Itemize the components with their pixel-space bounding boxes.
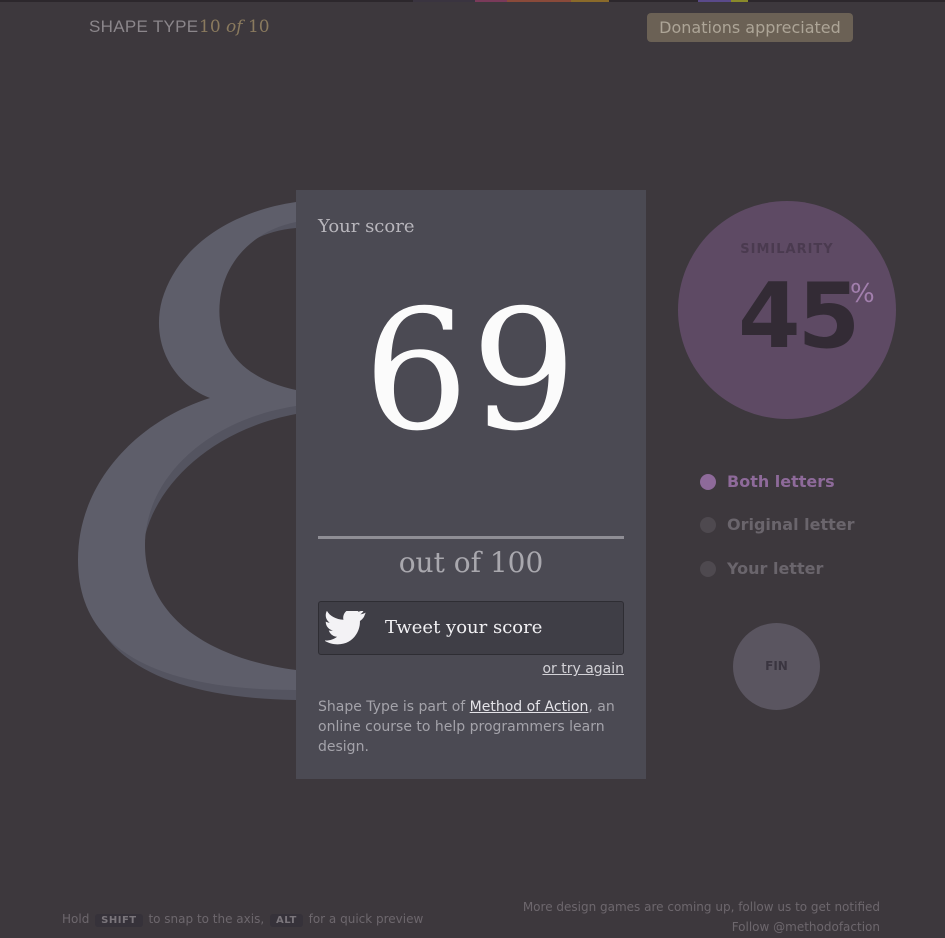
follow-link[interactable]: Follow @methodofaction [523, 917, 880, 937]
similarity-unit: % [850, 279, 875, 309]
similarity-meter: SIMILARITY 45 % [678, 201, 896, 419]
score-panel: Your score 69 out of 100 Tweet your scor… [296, 190, 646, 779]
score-divider [318, 536, 624, 539]
score-out-of: out of 100 [398, 546, 544, 579]
finish-button[interactable]: FIN [733, 623, 820, 710]
blurb-prefix: Shape Type is part of [318, 699, 470, 715]
footer-notice-text: More design games are coming up, follow … [522, 900, 880, 914]
ampersand-face [78, 202, 296, 690]
score-value: 69 [363, 275, 579, 468]
view-option-label: Both letters [727, 472, 835, 491]
shift-key-badge: SHIFT [95, 914, 143, 927]
keyboard-hint: Hold SHIFT to snap to the axis, ALT for … [62, 912, 423, 927]
footer-notice: More design games are coming up, follow … [523, 897, 880, 937]
radio-icon [700, 517, 716, 533]
twitter-bird-icon [325, 611, 366, 645]
score-heading: Your score [318, 216, 415, 237]
tweet-score-button[interactable]: Tweet your score [318, 601, 624, 655]
view-option-label: Original letter [727, 515, 855, 534]
hint-hold: Hold [62, 912, 90, 926]
radio-icon [700, 561, 716, 577]
method-of-action-link[interactable]: Method of Action [470, 699, 589, 715]
similarity-value: 45 [738, 264, 860, 369]
radio-selected-icon [700, 474, 716, 490]
hint-mid: to snap to the axis, [148, 912, 265, 926]
view-option-label: Your letter [727, 559, 824, 578]
course-blurb: Shape Type is part of Method of Action, … [318, 697, 624, 757]
similarity-label: SIMILARITY [740, 242, 834, 257]
alt-key-badge: ALT [270, 914, 303, 927]
hint-end: for a quick preview [308, 912, 424, 926]
ampersand-shape [78, 202, 296, 700]
tweet-button-label: Tweet your score [385, 617, 543, 638]
try-again-link[interactable]: or try again [542, 661, 624, 677]
